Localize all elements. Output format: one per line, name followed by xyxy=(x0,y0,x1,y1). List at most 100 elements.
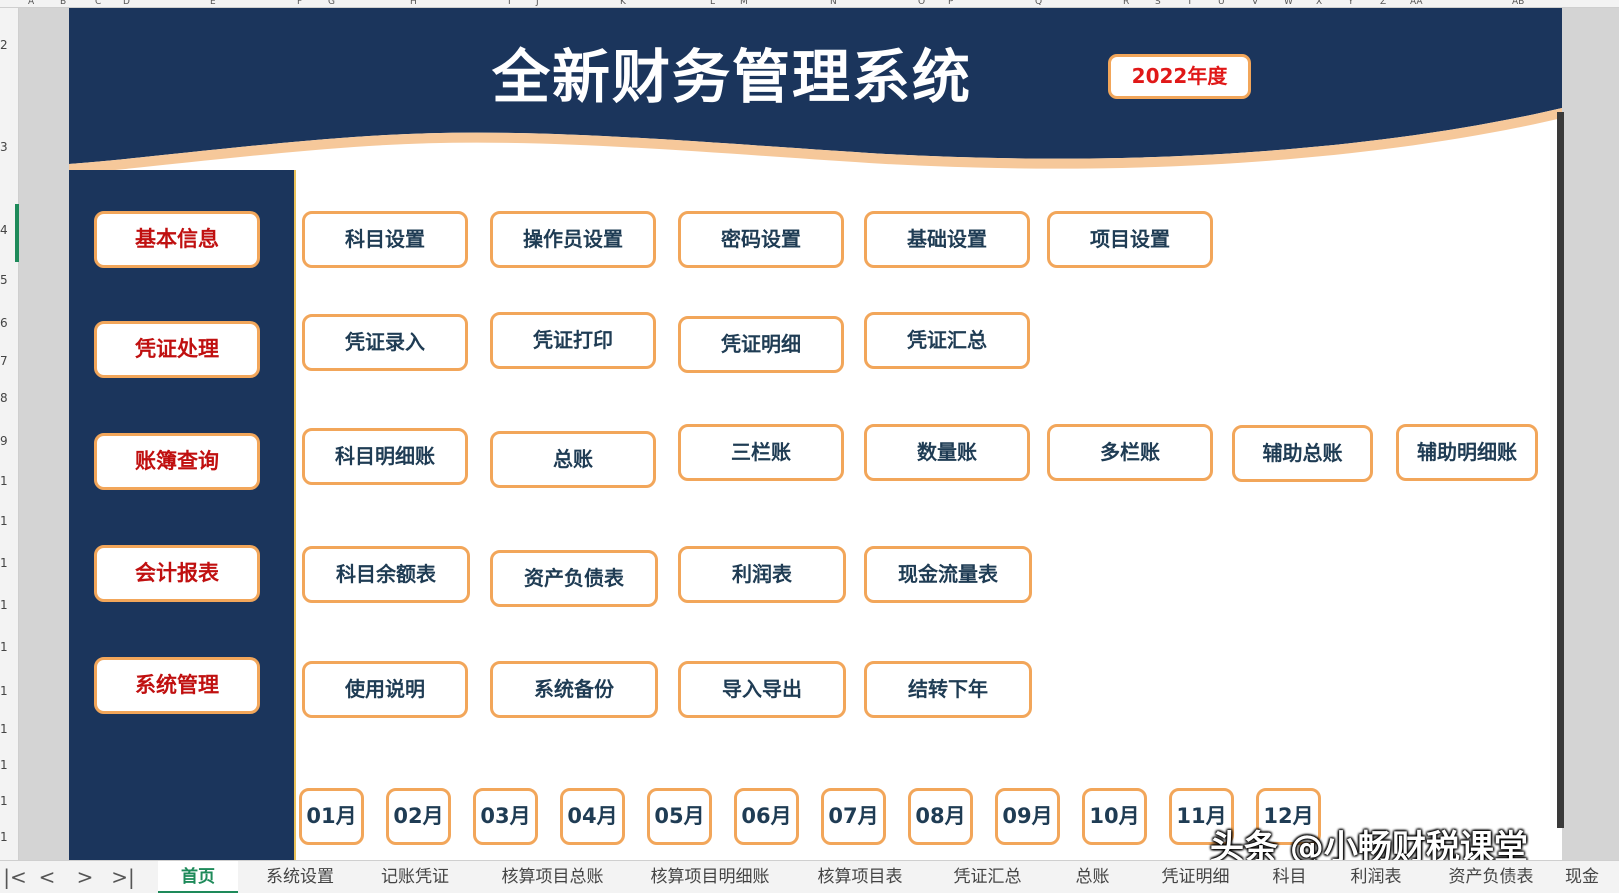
month-10-button[interactable]: 10月 xyxy=(1082,788,1147,845)
aux-general-ledger-button[interactable]: 辅助总账 xyxy=(1232,425,1373,482)
nav-reports-button[interactable]: 会计报表 xyxy=(94,545,260,602)
vertical-scrollbar[interactable] xyxy=(1557,112,1564,828)
balance-sheet-button[interactable]: 资产负债表 xyxy=(490,550,658,607)
next-sheet-icon[interactable]: > xyxy=(70,865,100,889)
row-header[interactable]: 12 xyxy=(0,556,8,570)
column-header[interactable]: J xyxy=(536,0,539,7)
tab-project-detail-ledger[interactable]: 核算项目明细账 xyxy=(640,861,780,893)
month-07-button[interactable]: 07月 xyxy=(821,788,886,845)
row-header[interactable]: 3 xyxy=(0,140,8,154)
row-header[interactable]: 19 xyxy=(0,830,8,844)
nav-system-button[interactable]: 系统管理 xyxy=(94,657,260,714)
month-06-button[interactable]: 06月 xyxy=(734,788,799,845)
column-header[interactable]: Y xyxy=(1348,0,1354,7)
nav-voucher-button[interactable]: 凭证处理 xyxy=(94,321,260,378)
quantity-ledger-button[interactable]: 数量账 xyxy=(864,424,1030,481)
voucher-detail-button[interactable]: 凭证明细 xyxy=(678,316,844,373)
aux-detail-ledger-button[interactable]: 辅助明细账 xyxy=(1396,424,1538,481)
row-header[interactable]: 5 xyxy=(0,273,8,287)
column-header[interactable]: D xyxy=(123,0,130,7)
month-05-button[interactable]: 05月 xyxy=(647,788,712,845)
column-header[interactable]: U xyxy=(1218,0,1225,7)
column-header[interactable]: I xyxy=(508,0,511,7)
tab-system-settings[interactable]: 系统设置 xyxy=(250,861,350,893)
column-header[interactable]: V xyxy=(1252,0,1258,7)
column-header[interactable]: AB xyxy=(1512,0,1524,7)
column-header[interactable]: E xyxy=(210,0,216,7)
income-statement-button[interactable]: 利润表 xyxy=(678,546,846,603)
account-detail-ledger-button[interactable]: 科目明细账 xyxy=(302,428,468,485)
column-header[interactable]: Z xyxy=(1380,0,1386,7)
last-sheet-icon[interactable]: >| xyxy=(108,865,138,889)
column-header[interactable]: AA xyxy=(1410,0,1423,7)
nav-basic-info-button[interactable]: 基本信息 xyxy=(94,211,260,268)
month-02-button[interactable]: 02月 xyxy=(386,788,451,845)
row-header[interactable]: 13 xyxy=(0,598,8,612)
tab-voucher-detail[interactable]: 凭证明细 xyxy=(1148,861,1243,893)
tab-balance-sheet[interactable]: 资产负债表 xyxy=(1436,861,1546,893)
row-header[interactable]: 10 xyxy=(0,474,8,488)
year-end-close-button[interactable]: 结转下年 xyxy=(864,661,1032,718)
column-header[interactable]: T xyxy=(1187,0,1193,7)
row-header[interactable]: 15 xyxy=(0,684,8,698)
user-guide-button[interactable]: 使用说明 xyxy=(302,661,468,718)
month-09-button[interactable]: 09月 xyxy=(995,788,1060,845)
system-backup-button[interactable]: 系统备份 xyxy=(490,661,658,718)
general-ledger-button[interactable]: 总账 xyxy=(490,431,656,488)
tab-voucher-summary[interactable]: 凭证汇总 xyxy=(940,861,1035,893)
row-header[interactable]: 16 xyxy=(0,722,8,736)
column-header[interactable]: A xyxy=(28,0,34,7)
column-header[interactable]: O xyxy=(918,0,925,7)
multi-column-ledger-button[interactable]: 多栏账 xyxy=(1047,424,1213,481)
prev-sheet-icon[interactable]: < xyxy=(32,865,62,889)
month-08-button[interactable]: 08月 xyxy=(908,788,973,845)
row-header[interactable]: 6 xyxy=(0,316,8,330)
password-settings-button[interactable]: 密码设置 xyxy=(678,211,844,268)
tab-voucher-entry[interactable]: 记账凭证 xyxy=(365,861,465,893)
import-export-button[interactable]: 导入导出 xyxy=(678,661,846,718)
column-header[interactable]: R xyxy=(1123,0,1129,7)
row-header[interactable]: 17 xyxy=(0,758,8,772)
row-header[interactable]: 11 xyxy=(0,514,8,528)
column-header[interactable]: X xyxy=(1316,0,1322,7)
tab-accounts[interactable]: 科目 xyxy=(1262,861,1317,893)
nav-ledger-query-button[interactable]: 账簿查询 xyxy=(94,433,260,490)
voucher-entry-button[interactable]: 凭证录入 xyxy=(302,314,468,371)
column-header[interactable]: S xyxy=(1155,0,1161,7)
row-header[interactable]: 9 xyxy=(0,434,8,448)
account-settings-button[interactable]: 科目设置 xyxy=(302,211,468,268)
column-header[interactable]: L xyxy=(710,0,715,7)
column-header[interactable]: N xyxy=(830,0,837,7)
row-header[interactable]: 4 xyxy=(0,223,8,237)
three-column-ledger-button[interactable]: 三栏账 xyxy=(678,424,844,481)
column-header[interactable]: F xyxy=(297,0,302,7)
tab-cash[interactable]: 现金 xyxy=(1565,861,1615,893)
column-header[interactable]: K xyxy=(620,0,626,7)
tab-general-ledger[interactable]: 总账 xyxy=(1060,861,1125,893)
row-header[interactable]: 8 xyxy=(0,391,8,405)
column-header[interactable]: C xyxy=(95,0,101,7)
column-header[interactable]: P xyxy=(948,0,953,7)
row-header[interactable]: 18 xyxy=(0,794,8,808)
basic-settings-button[interactable]: 基础设置 xyxy=(864,211,1030,268)
tab-project-general-ledger[interactable]: 核算项目总账 xyxy=(490,861,615,893)
operator-settings-button[interactable]: 操作员设置 xyxy=(490,211,656,268)
column-header[interactable]: M xyxy=(740,0,748,7)
row-header[interactable]: 2 xyxy=(0,38,8,52)
month-03-button[interactable]: 03月 xyxy=(473,788,538,845)
month-04-button[interactable]: 04月 xyxy=(560,788,625,845)
column-header[interactable]: W xyxy=(1284,0,1293,7)
cash-flow-statement-button[interactable]: 现金流量表 xyxy=(864,546,1032,603)
tab-income-statement[interactable]: 利润表 xyxy=(1336,861,1416,893)
trial-balance-button[interactable]: 科目余额表 xyxy=(302,546,470,603)
tab-home[interactable]: 首页 xyxy=(158,861,238,893)
month-01-button[interactable]: 01月 xyxy=(299,788,364,845)
column-header[interactable]: Q xyxy=(1035,0,1042,7)
column-header[interactable]: H xyxy=(410,0,417,7)
column-header[interactable]: B xyxy=(60,0,66,7)
voucher-print-button[interactable]: 凭证打印 xyxy=(490,312,656,369)
row-header[interactable]: 14 xyxy=(0,640,8,654)
project-settings-button[interactable]: 项目设置 xyxy=(1047,211,1213,268)
first-sheet-icon[interactable]: |< xyxy=(0,865,30,889)
row-header[interactable]: 7 xyxy=(0,354,8,368)
